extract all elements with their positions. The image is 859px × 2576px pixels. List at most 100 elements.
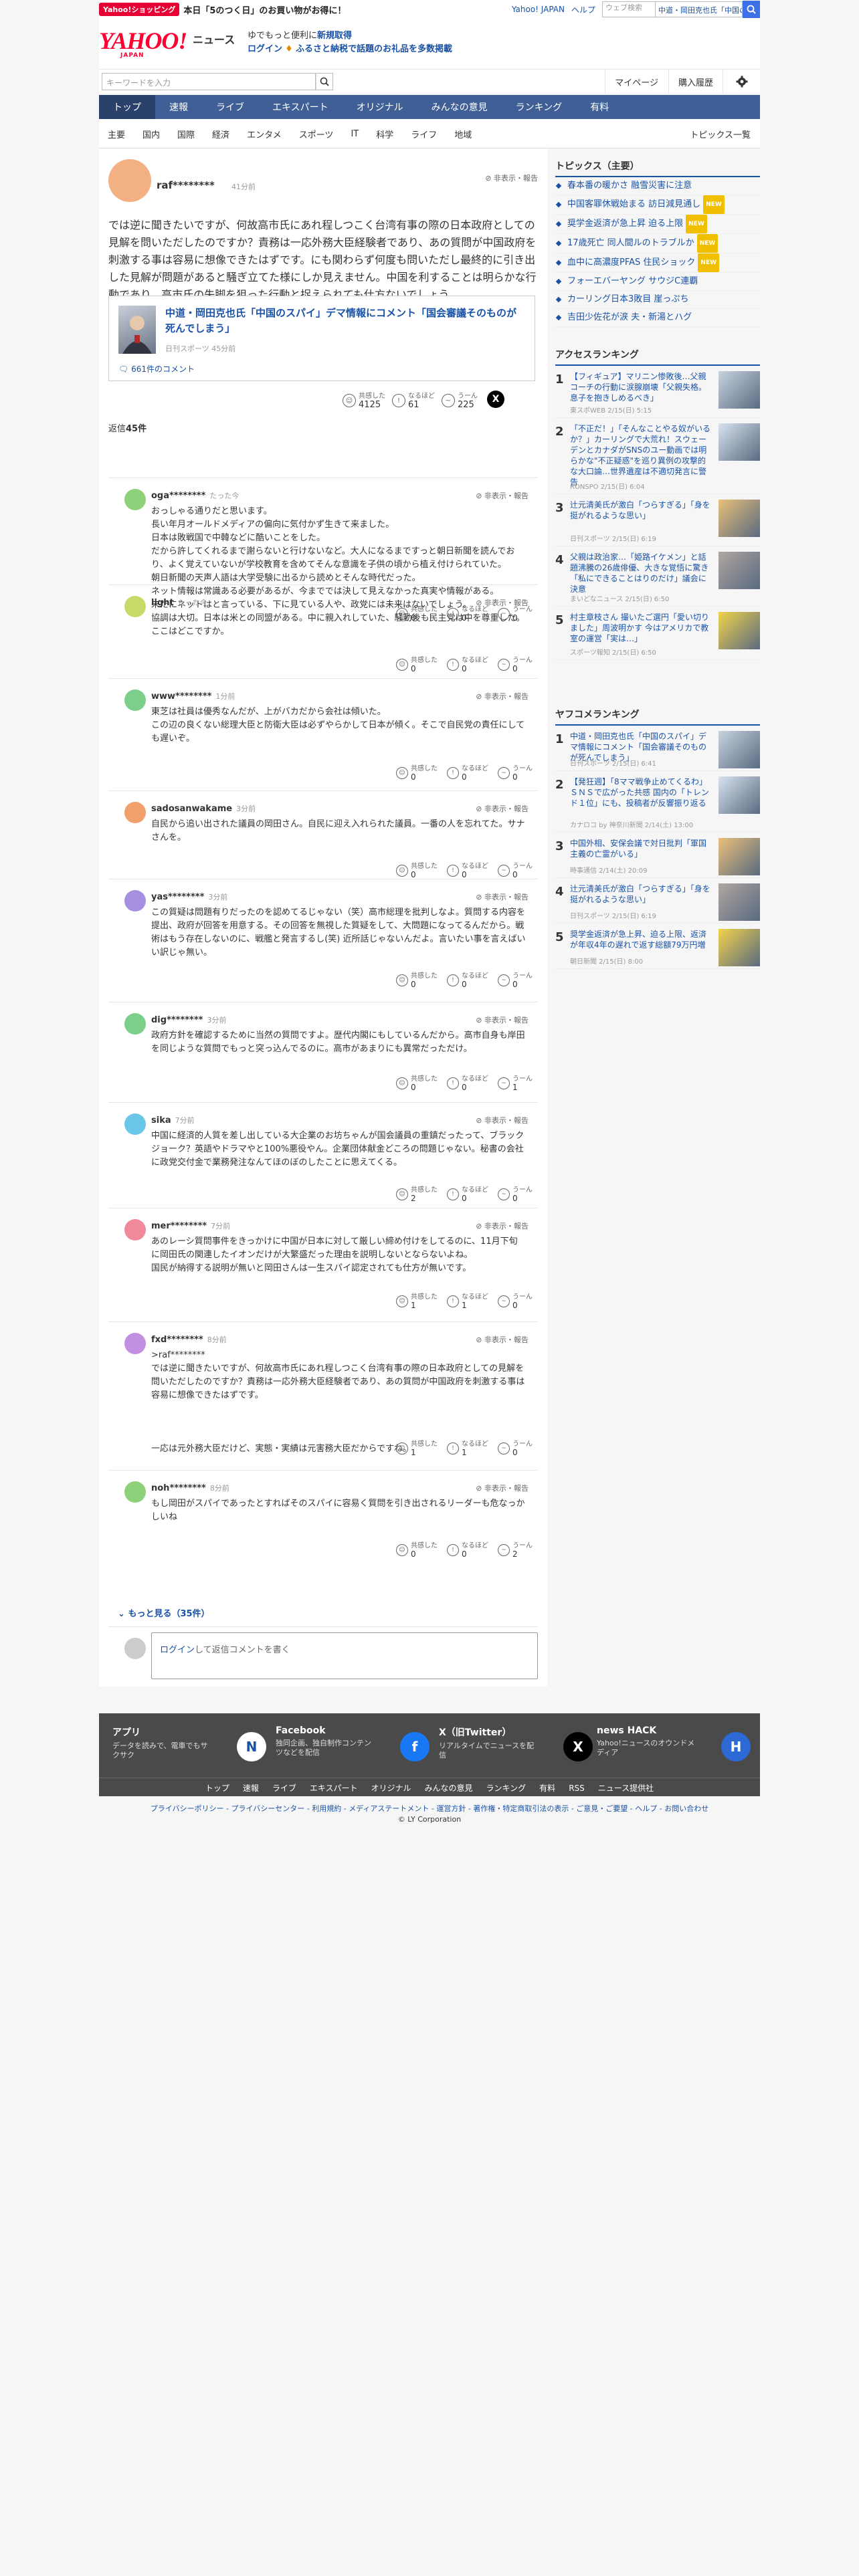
article-comment-count[interactable]: 🗨 661件のコメント (118, 363, 195, 374)
mypage-link[interactable]: マイページ (605, 70, 668, 94)
reaction-button[interactable]: ! なるほど 1 (447, 1438, 488, 1459)
shopping-banner[interactable]: Yahoo!ショッピング 本日「5のつく日」のお買い物がお得に！ (99, 0, 346, 19)
keyword-search-button[interactable] (316, 73, 333, 90)
topic-item[interactable]: カーリング日本3敗目 崖っぷち (555, 291, 760, 309)
furusato-link[interactable]: ふるさと納税で話題のお礼品を多数掲載 (296, 44, 452, 54)
reaction-button[interactable]: ! なるほど 0 (447, 1540, 488, 1560)
reaction-button[interactable]: ! なるほど 0 (447, 655, 488, 675)
topic-item[interactable]: 春本番の暖かさ 融雪災害に注意 (555, 177, 760, 195)
help-link[interactable]: ヘルプ (571, 4, 595, 15)
settings-button[interactable] (723, 70, 760, 94)
reaction-button[interactable]: ☺ 共感した 0 (396, 655, 438, 675)
reaction-button[interactable]: ~ うーん 0 (498, 970, 533, 990)
reply-user[interactable]: sika 7分前 (151, 1115, 195, 1125)
subnav-entertainment[interactable]: エンタメ (238, 119, 290, 148)
promo-login-link[interactable]: ログイン (248, 44, 282, 54)
reply-user[interactable]: noh******** 8分前 (151, 1483, 229, 1493)
promo-signup[interactable]: 新規取得 (317, 31, 352, 41)
show-more-replies[interactable]: ⌄ もっと見る（35件） (118, 1606, 210, 1619)
footer-link[interactable]: エキスパート (310, 1784, 358, 1793)
footer-newshack[interactable]: news HACK Yahoo!ニュースのオウンドメディア H (597, 1725, 757, 1765)
reaction-button[interactable]: ~ うーん 0 (498, 1291, 533, 1311)
footer-x[interactable]: X（旧Twitter） リアルタイムでニュースを配信 X (439, 1725, 599, 1765)
nav-breaking[interactable]: 速報 (155, 95, 202, 119)
hide-report-button[interactable]: ⊘ 非表示・報告 (476, 1334, 529, 1345)
reaction-button[interactable]: ~ うーん 0 (498, 861, 533, 881)
web-search-button[interactable] (743, 1, 760, 18)
web-search-input[interactable]: ウェブ検索 (602, 1, 656, 17)
ranking-item[interactable]: 2 【発狂週】「8ママ戦争止めてくるわ」ＳＮＳで広がった共感 国内の「トレンド１位… (555, 771, 760, 833)
topics-list-link[interactable]: トピックス一覧 (690, 119, 751, 148)
login-link[interactable]: ログイン (160, 1645, 195, 1655)
ranking-item[interactable]: 1 【フィギュア】マリニン惨敗後…父親コーチの行動に涙腺崩壊「父親失格。息子を抱き… (555, 366, 760, 418)
reaction-button[interactable]: ! なるほど 0 (447, 763, 488, 783)
reply-user[interactable]: oga******** たった今 (151, 490, 239, 501)
ranking-item[interactable]: 5 村主章枝さん 撮いたご選円「愛い切りました」周波明かす 今はアメリカで教室の運… (555, 607, 760, 660)
keyword-input[interactable]: キーワードを入力 (102, 73, 316, 90)
reaction-button[interactable]: ! なるほど 0 (447, 1073, 488, 1093)
hide-report-button[interactable]: ⊘ 非表示・報告 (476, 891, 529, 902)
ranking-item[interactable]: 5 奨学金返済が急上昇、迫る上限、返済が年収4年の遅れで返す総額79万円増 朝日新聞… (555, 924, 760, 969)
reaction-button[interactable]: ! なるほど 0 (447, 1184, 488, 1204)
ranking-item[interactable]: 3 中国外相、安保会議で対日批判「軍国主義の亡霊がいる」 時事通信 2/14(土) … (555, 833, 760, 878)
reaction-empathy[interactable]: ☺ 共感した 4125 (343, 391, 385, 411)
nav-paid[interactable]: 有料 (576, 95, 623, 119)
hide-report-button[interactable]: ⊘ 非表示・報告 (476, 803, 529, 814)
subnav-world[interactable]: 国際 (169, 119, 203, 148)
nav-expert[interactable]: エキスパート (258, 95, 343, 119)
hide-report-button[interactable]: ⊘ 非表示・報告 (476, 1115, 529, 1125)
x-share-icon[interactable]: X (487, 391, 504, 408)
footer-link[interactable]: 有料 (539, 1784, 555, 1793)
reaction-button[interactable]: ~ うーん 0 (498, 655, 533, 675)
subnav-science[interactable]: 科学 (367, 119, 402, 148)
footer-link[interactable]: 速報 (243, 1784, 259, 1793)
hide-report-button[interactable]: ⊘ 非表示・報告 (476, 1483, 529, 1493)
footer-link[interactable]: みんなの意見 (425, 1784, 473, 1793)
reply-user[interactable]: dig******** 3分前 (151, 1014, 226, 1025)
nav-ranking[interactable]: ランキング (502, 95, 577, 119)
reply-user[interactable]: sadosanwakame 3分前 (151, 803, 256, 814)
reply-user[interactable]: light たった今 (151, 597, 207, 608)
nav-opinions[interactable]: みんなの意見 (417, 95, 502, 119)
topic-item[interactable]: 中国客罪休戦始まる 訪日減見通し NEW (555, 195, 760, 215)
purchase-history-link[interactable]: 購入履歴 (668, 70, 723, 94)
reply-user[interactable]: www******** 1分前 (151, 691, 235, 702)
reaction-button[interactable]: ☺ 共感した 1 (396, 1291, 438, 1311)
footer-link[interactable]: ライブ (272, 1784, 296, 1793)
topic-item[interactable]: フォーエバーヤング サウジC連覇 (555, 273, 760, 291)
reaction-button[interactable]: ~ うーん 2 (498, 1540, 533, 1560)
nav-original[interactable]: オリジナル (343, 95, 417, 119)
reaction-button[interactable]: ☺ 共感した 1 (396, 1438, 438, 1459)
reaction-uun[interactable]: ~ うーん 225 (442, 391, 478, 411)
topic-item[interactable]: 血中に高濃度PFAS 住民ショック NEW (555, 253, 760, 273)
nav-live[interactable]: ライブ (202, 95, 258, 119)
subnav-sports[interactable]: スポーツ (290, 119, 343, 148)
topic-item[interactable]: 奨学金返済が急上昇 迫る上限 NEW (555, 215, 760, 234)
hide-report-button[interactable]: ⊘ 非表示・報告 (476, 1014, 529, 1025)
reaction-button[interactable]: ☺ 共感した 0 (396, 763, 438, 783)
footer-app[interactable]: アプリ データを読みで、電車でもサクサク N (112, 1725, 273, 1765)
ranking-item[interactable]: 3 辻元清美氏が激白「つらすぎる」「身を挺がれるような思い」 日刊スポーツ 2/15… (555, 494, 760, 546)
subnav-domestic[interactable]: 国内 (134, 119, 169, 148)
subnav-economy[interactable]: 経済 (203, 119, 238, 148)
topic-item[interactable]: 17歳死亡 同人間ルのトラブルか NEW (555, 234, 760, 253)
hide-report-button[interactable]: ⊘ 非表示・報告 (476, 490, 529, 501)
topic-item[interactable]: 吉田少佐花が涙 夫・新湯とハグ (555, 309, 760, 327)
subnav-local[interactable]: 地域 (446, 119, 480, 148)
reaction-button[interactable]: ! なるほど 1 (447, 1291, 488, 1311)
footer-link[interactable]: ランキング (486, 1784, 527, 1793)
footer-link[interactable]: トップ (205, 1784, 229, 1793)
hide-report-button[interactable]: ⊘ 非表示・報告 (476, 597, 529, 608)
reaction-button[interactable]: ~ うーん 0 (498, 1438, 533, 1459)
ranking-item[interactable]: 4 父親は政治家…「姫路イケメン」と話題沸騰の26歳俳優、大きな覚悟に驚き「私にで… (555, 546, 760, 607)
yahoo-japan-link[interactable]: Yahoo! JAPAN (512, 5, 565, 14)
policy-links[interactable]: プライバシーポリシー - プライバシーセンター - 利用規約 - メディアステー… (99, 1803, 760, 1814)
hide-report-button[interactable]: ⊘ 非表示・報告 (476, 691, 529, 702)
ranking-item[interactable]: 1 中道・岡田克也氏「中国のスパイ」デマ情報にコメント「国会審議そのものが死んでし… (555, 726, 760, 771)
footer-link[interactable]: ニュース提供社 (598, 1784, 654, 1793)
hide-report-button[interactable]: ⊘ 非表示・報告 (476, 1220, 529, 1231)
reaction-button[interactable]: ☺ 共感した 0 (396, 1540, 438, 1560)
footer-link[interactable]: オリジナル (371, 1784, 411, 1793)
ranking-item[interactable]: 4 辻元清美氏が激白「つらすぎる」「身を挺がれるような思い」 日刊スポーツ 2/15… (555, 878, 760, 924)
article-card[interactable]: 中道・岡田克也氏「中国のスパイ」デマ情報にコメント「国会審議そのものが死んでしま… (108, 296, 535, 381)
